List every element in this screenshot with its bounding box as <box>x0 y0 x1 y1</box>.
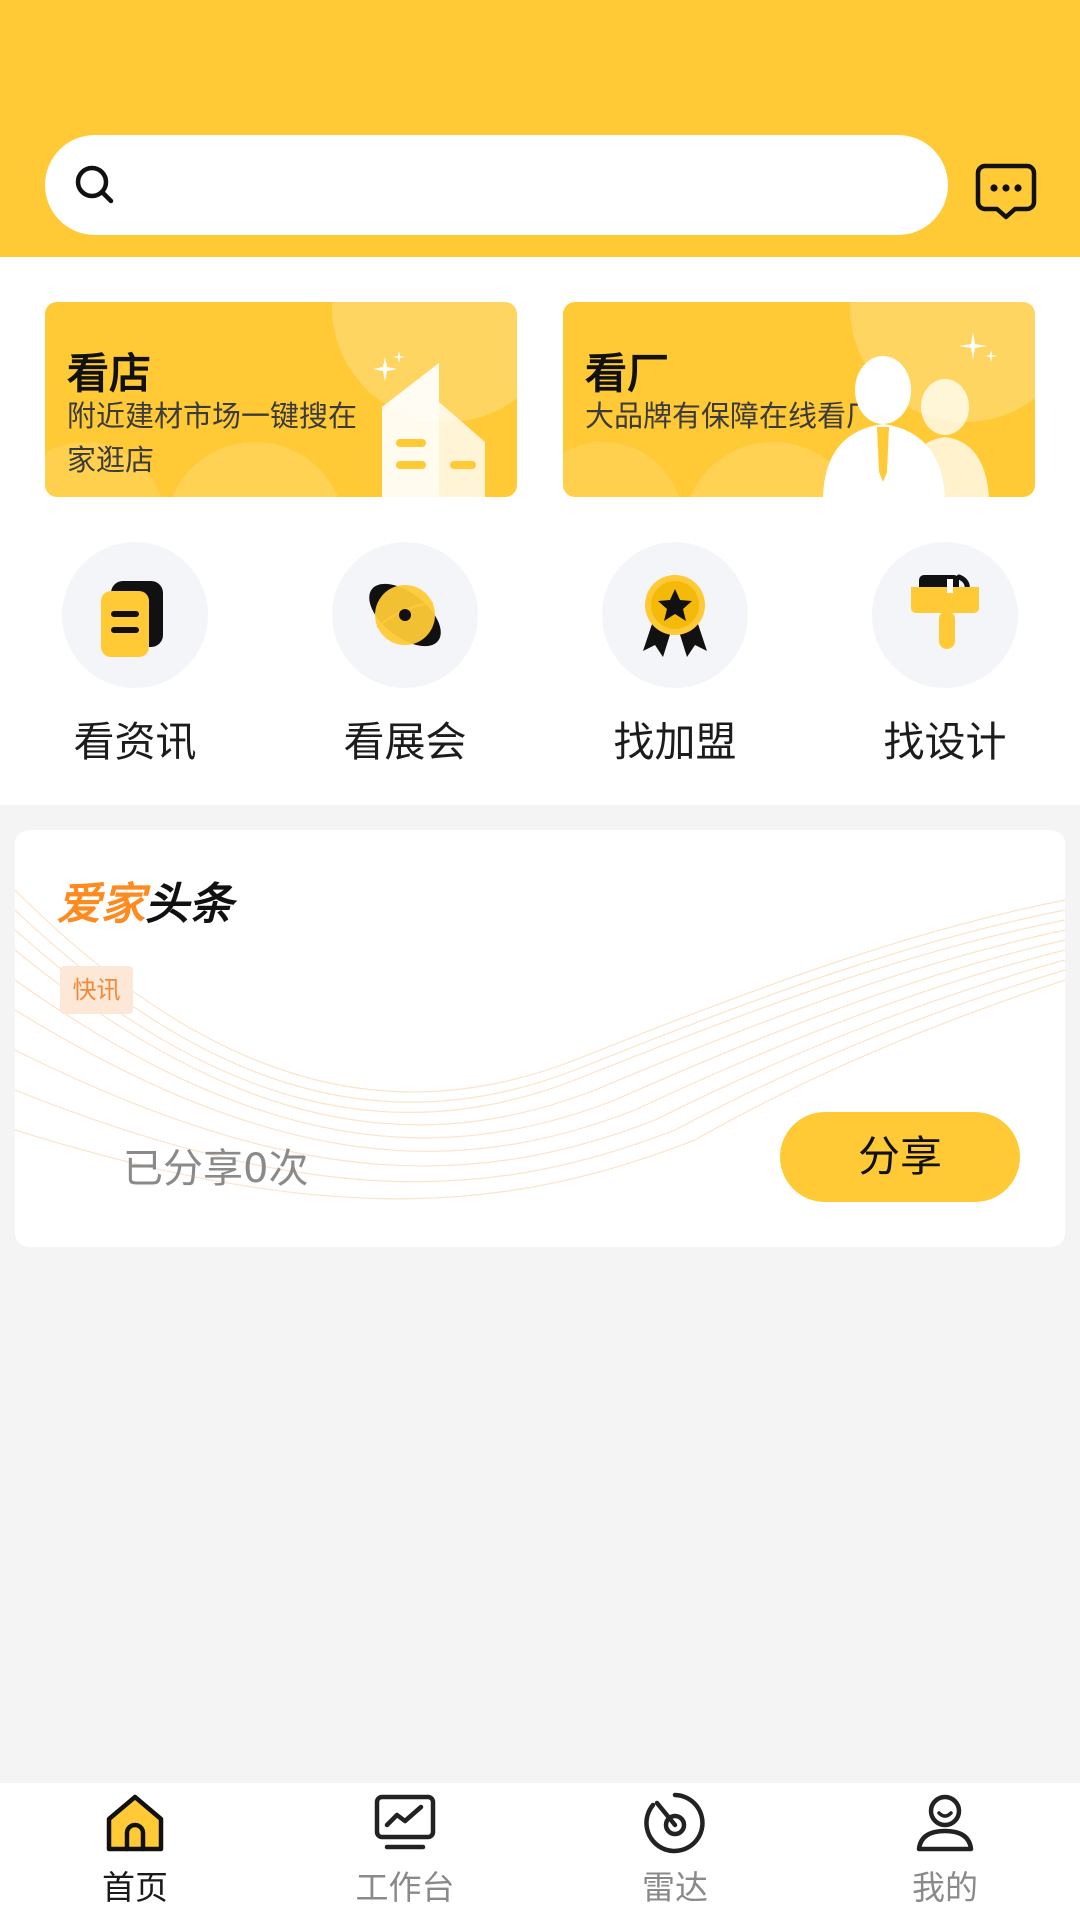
planet-icon <box>369 583 441 647</box>
category-news[interactable]: 看资讯 <box>45 542 225 768</box>
share-count: 已分享0次 <box>123 1146 309 1192</box>
banner-store[interactable]: 看店 附近建材市场一键搜在家逛店 <box>45 302 517 497</box>
category-label: 找设计 <box>883 718 1007 766</box>
banner-title: 看厂 <box>585 349 670 398</box>
tab-label: 工作台 <box>355 1868 455 1907</box>
news-card[interactable]: 爱家头条 快讯 已分享0次 分享 <box>15 830 1065 1247</box>
share-button[interactable]: 分享 <box>780 1112 1020 1202</box>
banner-title: 看店 <box>67 349 152 398</box>
home-icon <box>106 1794 164 1852</box>
tab-bar: 首页 工作台 雷达 我的 <box>0 1783 1080 1920</box>
people-icon <box>823 332 997 497</box>
banner-factory[interactable]: 看厂 大品牌有保障在线看厂 <box>563 302 1035 497</box>
category-label: 找加盟 <box>613 718 737 766</box>
tab-label: 雷达 <box>642 1868 708 1907</box>
medal-icon <box>643 575 707 657</box>
category-franchise[interactable]: 找加盟 <box>585 542 765 768</box>
category-exhibition[interactable]: 看展会 <box>315 542 495 768</box>
banner-subtitle: 附近建材市场一键搜在家逛店 <box>67 399 358 477</box>
news-tag: 快讯 <box>60 966 133 1014</box>
news-logo: 爱家头条 <box>57 879 233 930</box>
chart-icon <box>374 1794 436 1850</box>
category-label: 看展会 <box>343 718 467 766</box>
category-design[interactable]: 找设计 <box>855 542 1035 768</box>
tab-label: 首页 <box>102 1868 168 1907</box>
search-input[interactable] <box>45 135 948 235</box>
message-icon[interactable] <box>975 162 1037 220</box>
news-icon <box>101 581 163 657</box>
category-label: 看资讯 <box>73 718 197 766</box>
building-icon <box>373 351 485 497</box>
user-icon <box>916 1794 974 1852</box>
header-bar <box>0 0 1080 257</box>
search-icon <box>75 165 114 204</box>
tab-label: 我的 <box>912 1868 978 1907</box>
radar-icon <box>644 1792 705 1854</box>
brush-icon <box>911 574 979 649</box>
